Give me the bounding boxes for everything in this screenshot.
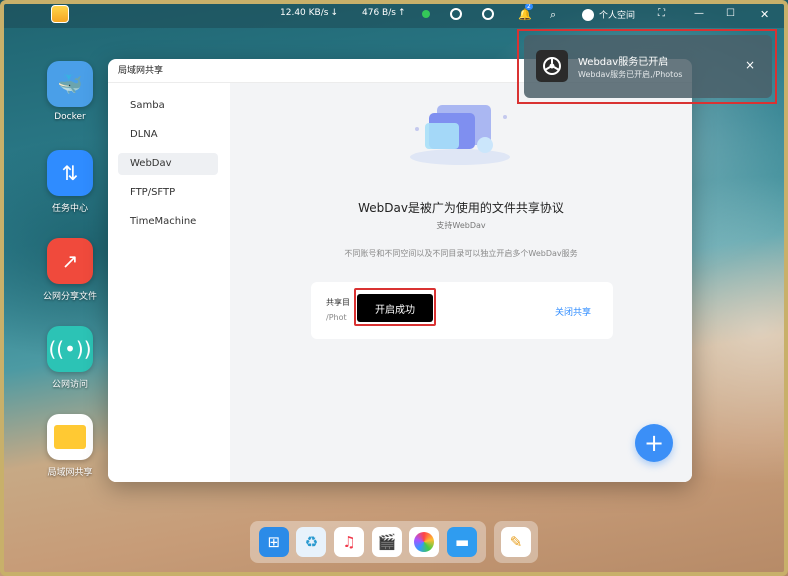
music-icon[interactable]: ♫ bbox=[334, 527, 365, 557]
webdav-subheading: 支持WebDav bbox=[436, 221, 486, 230]
close-icon[interactable]: ✕ bbox=[760, 8, 769, 21]
status-dot-icon bbox=[422, 10, 430, 18]
settings-gear-icon bbox=[536, 50, 568, 82]
maximize-icon[interactable]: ☐ bbox=[726, 8, 735, 19]
dock: ⊞ ♻ ♫ 🎬 ▬ bbox=[250, 521, 486, 563]
desktop-icon-lan-share[interactable]: 局域网共享 bbox=[35, 414, 105, 478]
dock-secondary: ✎ bbox=[494, 521, 538, 563]
pinned-app-icon[interactable] bbox=[51, 5, 69, 23]
recycle-icon[interactable]: ♻ bbox=[296, 527, 327, 557]
photos-icon[interactable] bbox=[409, 527, 440, 557]
files-folder-icon[interactable]: ▬ bbox=[447, 527, 478, 557]
desktop-icon-docker[interactable]: 🐳 Docker bbox=[35, 61, 105, 122]
download-arrow-icon: ↓ bbox=[330, 8, 338, 18]
top-bar: 12.40 KB/s ↓ 476 B/s ↑ 🔔 2 ⌕ 个人空间 ⛶ — ☐ ✕ bbox=[0, 0, 788, 28]
wireless-signal-icon: ((•)) bbox=[47, 326, 93, 372]
folder-network-icon bbox=[47, 414, 93, 460]
sidebar-item-samba[interactable]: Samba bbox=[118, 95, 218, 117]
docker-whale-icon: 🐳 bbox=[47, 61, 93, 107]
sync-icon[interactable] bbox=[482, 8, 494, 20]
add-share-button[interactable]: + bbox=[635, 424, 673, 462]
app-center-icon[interactable]: ⊞ bbox=[258, 527, 289, 557]
download-speed: 12.40 KB/s ↓ bbox=[280, 8, 338, 18]
share-directory-path: /Phot bbox=[326, 313, 347, 322]
webdav-panel: WebDav是被广为使用的文件共享协议 支持WebDav 不同账号和不同空间以及… bbox=[230, 83, 692, 482]
notification-badge: 2 bbox=[525, 3, 533, 10]
video-clapper-icon[interactable]: 🎬 bbox=[371, 527, 402, 557]
notes-icon[interactable]: ✎ bbox=[501, 527, 531, 557]
notification-title: Webdav服务已开启 bbox=[578, 57, 669, 68]
desktop-icon-public-share[interactable]: ↗ 公网分享文件 bbox=[35, 238, 105, 302]
sidebar: Samba DLNA WebDav FTP/SFTP TimeMachine bbox=[108, 83, 230, 482]
transfer-arrows-icon: ⇅ bbox=[47, 150, 93, 196]
webdav-heading: WebDav是被广为使用的文件共享协议 bbox=[358, 201, 564, 215]
network-status-icon[interactable] bbox=[450, 8, 462, 20]
lan-share-window: 局域网共享 Samba DLNA WebDav FTP/SFTP TimeMac… bbox=[108, 59, 692, 482]
desktop-icon-task-center[interactable]: ⇅ 任务中心 bbox=[35, 150, 105, 214]
user-space-button[interactable]: 个人空间 bbox=[582, 8, 635, 21]
sidebar-item-ftp-sftp[interactable]: FTP/SFTP bbox=[118, 182, 218, 204]
webdav-description: 不同账号和不同空间以及不同目录可以独立开启多个WebDav服务 bbox=[344, 249, 578, 258]
desktop-icon-public-access[interactable]: ((•)) 公网访问 bbox=[35, 326, 105, 390]
sidebar-item-dlna[interactable]: DLNA bbox=[118, 124, 218, 146]
close-share-button[interactable]: 关闭共享 bbox=[555, 305, 591, 318]
success-toast: 开启成功 bbox=[357, 294, 433, 322]
minimize-icon[interactable]: — bbox=[694, 8, 704, 19]
notification-close-icon[interactable]: × bbox=[745, 58, 755, 72]
webdav-illustration-icon bbox=[410, 105, 510, 165]
webdav-notification: Webdav服务已开启 Webdav服务已开启,/Photos × bbox=[524, 35, 772, 98]
share-directory-label: 共享目 bbox=[326, 298, 350, 307]
upload-speed: 476 B/s ↑ bbox=[362, 8, 406, 18]
notification-body: Webdav服务已开启,/Photos bbox=[578, 70, 683, 79]
app-launcher-icon[interactable] bbox=[13, 6, 29, 22]
fullscreen-icon[interactable]: ⛶ bbox=[658, 8, 665, 19]
search-icon[interactable]: ⌕ bbox=[550, 8, 556, 22]
sidebar-item-webdav[interactable]: WebDav bbox=[118, 153, 218, 175]
share-export-icon: ↗ bbox=[47, 238, 93, 284]
bell-icon[interactable]: 🔔 2 bbox=[518, 3, 533, 21]
share-card: 共享目 /Phot 关闭共享 开启成功 bbox=[311, 282, 613, 339]
user-avatar-icon bbox=[582, 8, 594, 21]
sidebar-item-timemachine[interactable]: TimeMachine bbox=[118, 211, 218, 233]
upload-arrow-icon: ↑ bbox=[397, 8, 406, 18]
